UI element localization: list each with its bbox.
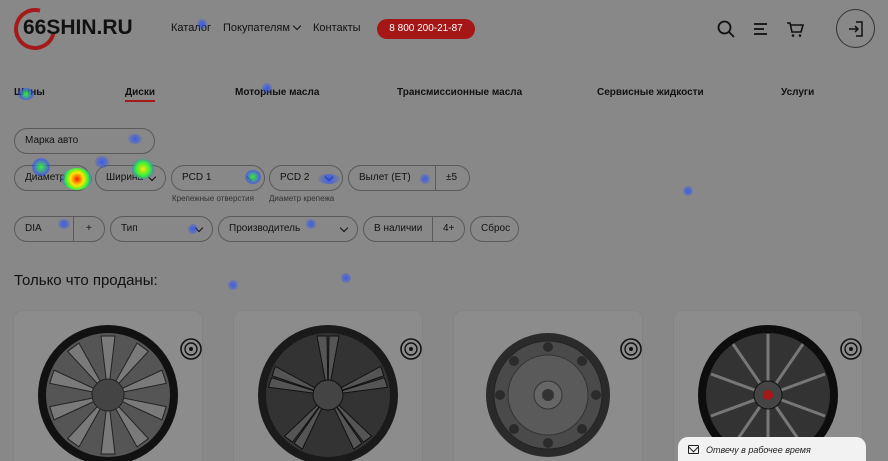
chevron-down-icon [246, 172, 256, 182]
cart-icon[interactable] [785, 19, 805, 39]
width-select[interactable]: Ширина [95, 165, 166, 191]
tire-icon[interactable] [620, 338, 642, 360]
pcd1-label: PCD 1 [182, 172, 212, 183]
dia-select[interactable]: DIA + [14, 216, 105, 242]
chevron-down-icon [194, 223, 204, 233]
login-button[interactable] [836, 9, 875, 48]
site-logo[interactable]: 66SHIN.RU [6, 0, 159, 58]
reset-label: Сброс [481, 223, 511, 234]
phone-button[interactable]: 8 800 200-21-87 [377, 19, 475, 39]
type-label: Тип [121, 223, 138, 234]
chat-widget[interactable]: Отвечу в рабочее время [678, 437, 866, 461]
logo-text: 66SHIN.RU [23, 16, 133, 39]
car-brand-select[interactable]: Марка авто [14, 128, 155, 154]
menu-icon[interactable] [751, 19, 771, 39]
heatmap-spot [228, 280, 238, 290]
chevron-down-icon [71, 172, 81, 182]
nav-catalog[interactable]: Каталог [171, 22, 211, 34]
product-card[interactable] [14, 311, 202, 461]
manufacturer-label: Производитель [229, 223, 301, 234]
dia-plus-toggle[interactable]: + [86, 217, 92, 241]
section-title: Только что проданы: [14, 272, 158, 289]
category-wheels[interactable]: Диски [125, 87, 155, 102]
manufacturer-select[interactable]: Производитель [218, 216, 358, 242]
pcd1-select[interactable]: PCD 1 [171, 165, 265, 191]
chevron-down-icon [324, 172, 334, 182]
category-services[interactable]: Услуги [781, 87, 814, 98]
category-transmission-oils[interactable]: Трансмиссионные масла [397, 87, 522, 98]
tire-icon[interactable] [180, 338, 202, 360]
wheel-image [258, 325, 398, 461]
chat-text: Отвечу в рабочее время [706, 445, 811, 455]
pcd2-select[interactable]: PCD 2 [269, 165, 343, 191]
login-icon [849, 21, 863, 37]
chevron-down-icon [147, 172, 157, 182]
nav-buyers[interactable]: Покупателям [223, 21, 302, 34]
in-stock-label: В наличии [374, 223, 423, 234]
heatmap-spot [341, 273, 351, 283]
site-header: 66SHIN.RU Каталог Покупателям Контакты 8… [0, 0, 888, 60]
tire-icon[interactable] [840, 338, 862, 360]
pcd1-hint: Крепежные отверстия [172, 194, 254, 203]
pcd2-hint: Диаметр крепежа [269, 194, 335, 203]
diameter-label: Диаметр [25, 172, 66, 183]
offset-tolerance[interactable]: ±5 [446, 166, 457, 190]
offset-select[interactable]: Вылет (ET) ±5 [348, 165, 470, 191]
search-icon[interactable] [716, 19, 736, 39]
diameter-select[interactable]: Диаметр [14, 165, 90, 191]
chevron-down-icon [339, 223, 349, 233]
pcd2-label: PCD 2 [280, 172, 310, 183]
offset-label: Вылет (ET) [359, 172, 411, 183]
category-service-fluids[interactable]: Сервисные жидкости [597, 87, 704, 98]
category-motor-oils[interactable]: Моторные масла [235, 87, 319, 98]
wheel-image [486, 333, 610, 457]
dia-label: DIA [25, 223, 42, 234]
heatmap-spot [683, 186, 693, 196]
width-label: Ширина [106, 172, 143, 183]
in-stock-toggle[interactable]: В наличии 4+ [363, 216, 465, 242]
nav-buyers-label: Покупателям [223, 22, 290, 34]
nav-contacts[interactable]: Контакты [313, 22, 361, 34]
type-select[interactable]: Тип [110, 216, 213, 242]
mail-icon [688, 445, 699, 454]
reset-button[interactable]: Сброс [470, 216, 519, 242]
category-tires[interactable]: Шины [14, 87, 45, 98]
in-stock-min[interactable]: 4+ [443, 217, 454, 241]
wheel-image [38, 325, 178, 461]
chevron-down-icon [292, 21, 302, 31]
car-brand-label: Марка авто [25, 135, 79, 146]
product-card[interactable] [454, 311, 642, 461]
tire-icon[interactable] [400, 338, 422, 360]
product-card[interactable] [234, 311, 422, 461]
